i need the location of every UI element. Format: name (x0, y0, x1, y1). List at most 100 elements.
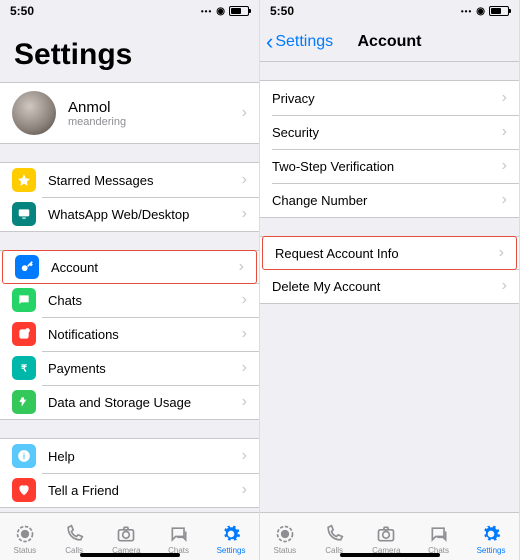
row-tell-friend[interactable]: Tell a Friend › (0, 473, 259, 507)
status-tab-icon (274, 523, 296, 545)
profile-section: Anmol meandering › (0, 82, 259, 144)
row-notifications[interactable]: Notifications › (0, 317, 259, 351)
tab-calls[interactable]: Calls (323, 523, 345, 555)
row-two-step[interactable]: Two-Step Verification › (260, 149, 519, 183)
row-label: Change Number (272, 193, 496, 208)
battery-icon (489, 6, 509, 16)
key-icon (15, 255, 39, 279)
status-bar: 5:50 ••• ◉ (0, 0, 259, 22)
tab-camera[interactable]: Camera (112, 523, 140, 555)
data-icon (12, 390, 36, 414)
chevron-right-icon: › (242, 447, 247, 465)
chevron-right-icon: › (502, 277, 507, 295)
row-payments[interactable]: ₹ Payments › (0, 351, 259, 385)
tab-camera[interactable]: Camera (372, 523, 400, 555)
wifi-icon: ◉ (476, 6, 485, 17)
row-label: Privacy (272, 91, 496, 106)
row-label: Delete My Account (272, 279, 496, 294)
chevron-left-icon: ‹ (266, 29, 273, 55)
phone-icon (63, 523, 85, 545)
group-help: i Help › Tell a Friend › (0, 438, 259, 508)
row-label: WhatsApp Web/Desktop (48, 207, 236, 222)
row-account[interactable]: Account › (2, 250, 257, 284)
info-icon: i (12, 444, 36, 468)
profile-row[interactable]: Anmol meandering › (0, 83, 259, 143)
chevron-right-icon: › (502, 89, 507, 107)
tab-chats[interactable]: Chats (168, 523, 190, 555)
row-label: Notifications (48, 327, 236, 342)
row-label: Account (51, 260, 233, 275)
profile-name: Anmol (68, 99, 236, 116)
row-label: Starred Messages (48, 173, 236, 188)
account-list: Privacy › Security › Two-Step Verificati… (260, 62, 519, 512)
status-indicators: ••• ◉ (201, 6, 249, 17)
chevron-right-icon: › (242, 104, 247, 122)
group-account-actions: Request Account Info › Delete My Account… (260, 236, 519, 304)
chevron-right-icon: › (502, 123, 507, 141)
tab-status[interactable]: Status (13, 523, 36, 555)
chats-tab-icon (168, 523, 190, 545)
chevron-right-icon: › (242, 205, 247, 223)
settings-screen: 5:50 ••• ◉ Settings Anmol meandering › S… (0, 0, 260, 560)
row-label: Data and Storage Usage (48, 395, 236, 410)
row-label: Two-Step Verification (272, 159, 496, 174)
row-whatsapp-web[interactable]: WhatsApp Web/Desktop › (0, 197, 259, 231)
tab-calls[interactable]: Calls (63, 523, 85, 555)
tab-settings[interactable]: Settings (477, 523, 506, 555)
profile-subtitle: meandering (68, 116, 236, 128)
notification-icon (12, 322, 36, 346)
home-indicator[interactable] (340, 553, 440, 557)
chevron-right-icon: › (239, 258, 244, 276)
chevron-right-icon: › (502, 157, 507, 175)
row-label: Tell a Friend (48, 483, 236, 498)
heart-icon (12, 478, 36, 502)
svg-text:i: i (23, 452, 25, 461)
chevron-right-icon: › (242, 481, 247, 499)
battery-icon (229, 6, 249, 16)
row-delete-account[interactable]: Delete My Account › (260, 269, 519, 303)
back-button[interactable]: ‹ Settings (260, 29, 333, 55)
group-security: Privacy › Security › Two-Step Verificati… (260, 80, 519, 218)
row-label: Payments (48, 361, 236, 376)
status-indicators: ••• ◉ (461, 6, 509, 17)
chevron-right-icon: › (242, 325, 247, 343)
chat-icon (12, 288, 36, 312)
gear-icon (480, 523, 502, 545)
group-starred: Starred Messages › WhatsApp Web/Desktop … (0, 162, 259, 232)
cellular-dots-icon: ••• (201, 7, 212, 16)
desktop-icon (12, 202, 36, 226)
status-time: 5:50 (270, 4, 294, 18)
chevron-right-icon: › (242, 393, 247, 411)
row-label: Help (48, 449, 236, 464)
tab-settings[interactable]: Settings (217, 523, 246, 555)
chevron-right-icon: › (242, 291, 247, 309)
row-label: Request Account Info (275, 246, 493, 261)
chevron-right-icon: › (499, 244, 504, 262)
tab-status[interactable]: Status (273, 523, 296, 555)
row-help[interactable]: i Help › (0, 439, 259, 473)
wifi-icon: ◉ (216, 6, 225, 17)
row-starred-messages[interactable]: Starred Messages › (0, 163, 259, 197)
row-security[interactable]: Security › (260, 115, 519, 149)
settings-list: Anmol meandering › Starred Messages › Wh… (0, 82, 259, 512)
status-time: 5:50 (10, 4, 34, 18)
chats-tab-icon (428, 523, 450, 545)
home-indicator[interactable] (80, 553, 180, 557)
row-chats[interactable]: Chats › (0, 283, 259, 317)
row-privacy[interactable]: Privacy › (260, 81, 519, 115)
rupee-icon: ₹ (12, 356, 36, 380)
row-data-storage[interactable]: Data and Storage Usage › (0, 385, 259, 419)
group-main: Account › Chats › Notifications › ₹ Paym… (0, 250, 259, 420)
tab-chats[interactable]: Chats (428, 523, 450, 555)
status-bar: 5:50 ••• ◉ (260, 0, 519, 22)
row-request-info[interactable]: Request Account Info › (262, 236, 517, 270)
camera-icon (115, 523, 137, 545)
chevron-right-icon: › (242, 171, 247, 189)
status-tab-icon (14, 523, 36, 545)
camera-icon (375, 523, 397, 545)
phone-icon (323, 523, 345, 545)
row-change-number[interactable]: Change Number › (260, 183, 519, 217)
gear-icon (220, 523, 242, 545)
nav-bar: ‹ Settings Account (260, 22, 519, 62)
avatar (12, 91, 56, 135)
